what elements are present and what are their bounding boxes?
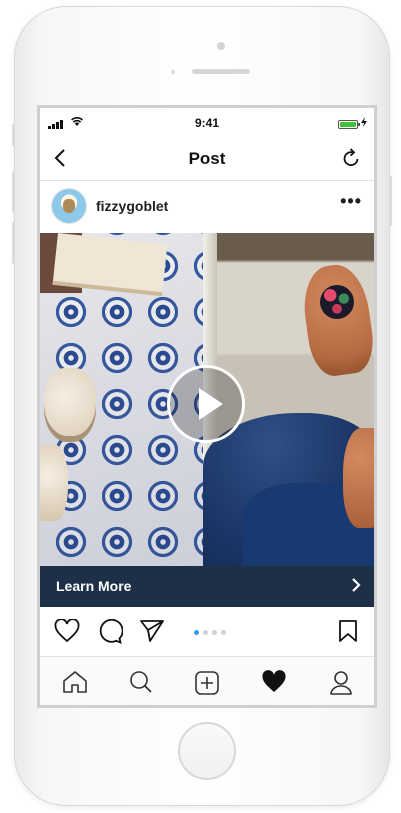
play-icon[interactable] [167,365,245,443]
activity-heart-icon[interactable] [261,670,287,694]
post-media[interactable] [40,233,374,566]
home-button[interactable] [178,722,236,780]
power-button [389,176,392,226]
proximity-sensor [171,70,175,74]
mute-switch [12,124,15,146]
battery-icon [338,120,360,129]
photo-loafer [343,428,374,528]
chevron-right-icon [352,578,361,592]
tab-bar [40,656,374,705]
carousel-dot [203,630,208,635]
learn-more-label: Learn More [56,578,132,594]
bookmark-icon[interactable] [338,619,358,643]
refresh-icon[interactable] [340,147,362,169]
search-icon[interactable] [129,670,153,694]
screen: 9:41 Post fizzygoblet ••• Learn More [37,105,377,708]
heart-icon[interactable] [54,619,80,643]
nav-bar: Post [40,138,374,181]
more-options-icon[interactable]: ••• [340,191,362,212]
photo-shoe [40,445,68,521]
share-icon[interactable] [139,619,165,643]
carousel-dot-active [194,630,199,635]
add-icon[interactable] [194,670,220,696]
volume-down-button [12,222,15,264]
status-time: 9:41 [194,116,220,130]
home-icon[interactable] [62,670,88,694]
profile-icon[interactable] [329,670,353,696]
username[interactable]: fizzygoblet [96,198,168,214]
post-actions [40,607,374,655]
post-header: fizzygoblet ••• [40,181,374,233]
status-bar: 9:41 [40,108,374,136]
photo-shoe [44,368,96,442]
learn-more-button[interactable]: Learn More [40,566,374,607]
earpiece-speaker [192,69,250,74]
page-title: Post [188,149,226,168]
front-camera [217,42,225,50]
carousel-dot [221,630,226,635]
volume-up-button [12,171,15,213]
photo-embroidery [320,285,354,319]
carousel-dot [212,630,217,635]
avatar[interactable] [52,189,86,223]
comment-icon[interactable] [97,619,123,644]
charging-icon [361,117,367,127]
